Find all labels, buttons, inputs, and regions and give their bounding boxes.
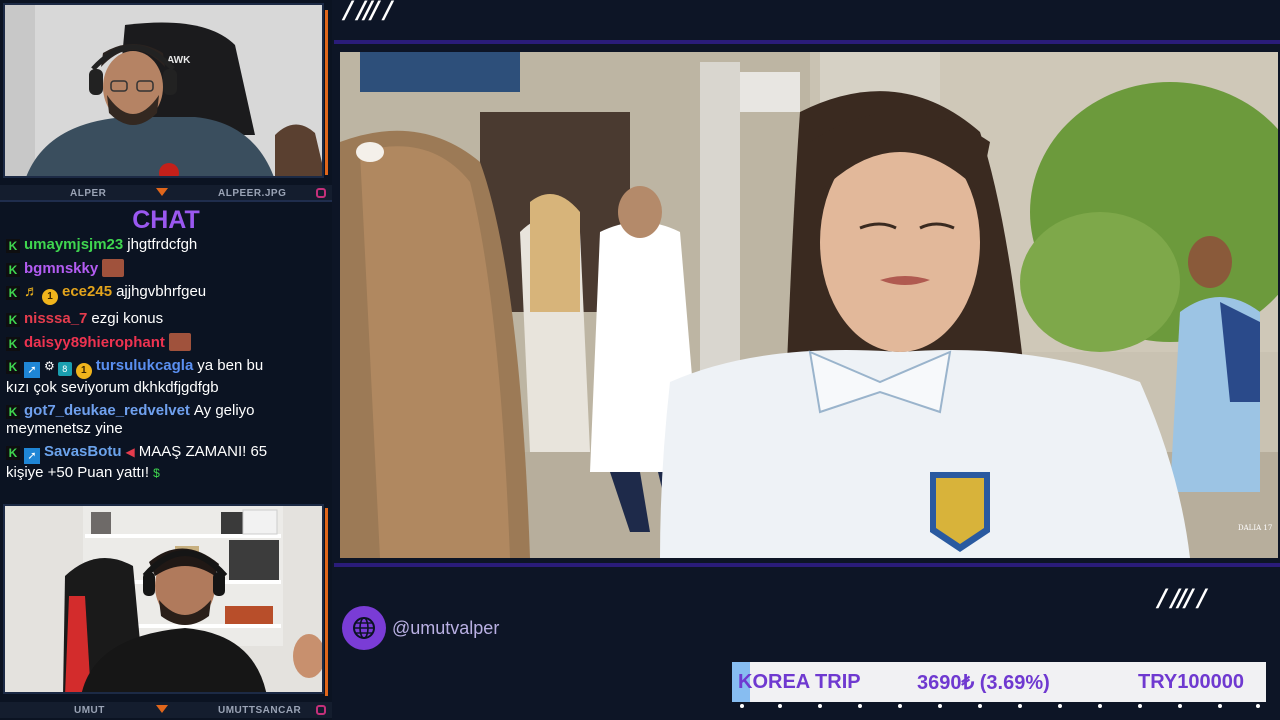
donation-goal-ticker: KOREA TRIP 3690₺ (3.69%) TRY100000 [732,662,1266,702]
emote-icon [102,259,125,277]
chat-username[interactable]: daisyy89hierophant [24,334,165,351]
chat-text-continued: kızı çok seviyorum dkhkdfjgdfgb [6,379,219,396]
kick-badge-icon: K [6,405,20,419]
kick-badge-icon: K [6,360,20,374]
megaphone-icon: ◀ [125,445,135,459]
ticker-dots [740,704,1260,708]
gear-badge-icon: ⚙ [44,359,55,373]
music-note-icon: ♬ [24,283,39,300]
chat-text: ezgi konus [91,310,164,327]
video-watermark: DALIA 17 [1238,524,1272,532]
streamer-name-alper: ALPER [70,187,107,199]
chat-message: Kdaisyy89hierophant [0,333,332,352]
kick-badge-icon: K [6,239,20,253]
coin-badge-icon: 1 [75,363,92,379]
chat-text: MAAŞ ZAMANI! 65 [138,443,268,460]
webcam-alper-label-bar: ALPER ALPEER.JPG [0,185,332,201]
kick-badge-icon: K [6,446,20,460]
chat-username[interactable]: got7_deukae_redvelvet [24,402,190,419]
coin-badge-icon: 1 [42,289,58,305]
bottom-divider [334,563,1280,567]
instagram-icon [316,705,326,715]
kick-badge-icon: K [6,313,20,327]
top-divider [334,40,1280,44]
goal-name: KOREA TRIP [738,670,861,693]
chat-message: K ♬ 1 ece245 ajjhgvbhrfgeu [0,283,332,305]
instagram-handle-alper: ALPEER.JPG [218,187,287,199]
kick-badge-icon: K [6,337,20,351]
chat-text: jhgtfrdcfgh [127,236,198,253]
kick-badge-icon: K [6,286,20,300]
chat-username[interactable]: tursulukcagla [96,357,194,374]
chat-username[interactable]: nisssa_7 [24,310,87,327]
chat-message: K ➚ ⚙ 8 1 tursulukcagla ya ben bu kızı çok sevi… [0,357,332,397]
webcam-umut [3,504,324,694]
arrow-badge-icon: ➚ [24,362,40,378]
instagram-handle-umut: UMUTTSANCAR [218,704,302,716]
chat-message: Kgot7_deukae_redvelvet Ay geliyo meymenets… [0,402,332,438]
arrow-badge-icon: ➚ [24,448,40,464]
chat-message: K ➚ SavasBotu ◀ MAAŞ ZAMANI! 65 kişiye +50 Pu… [0,443,332,482]
triangle-down-icon [156,188,168,196]
chat-username[interactable]: bgmnskky [24,260,98,277]
chat-text-continued: meymenetsz yine [6,420,123,437]
left-panel: AWK ALPER ALPEER.JPG CHAT Kumaymjsjm23 jh… [0,0,332,720]
streamer-name-umut: UMUT [74,704,105,716]
chat-username[interactable]: ece245 [62,283,112,300]
social-handle: @umutvalper [342,605,499,651]
chat-text: ya ben bu [197,357,264,374]
cam-accent-edge [325,508,328,696]
cam-accent-edge [325,10,328,175]
goal-amount: 3690₺ (3.69%) [917,671,1050,694]
sub-badge-icon: 8 [57,362,72,376]
chat-username[interactable]: umaymjsjm23 [24,236,123,253]
chat-message: Knisssa_7 ezgi konus [0,310,332,328]
instagram-icon [316,188,326,198]
webcam-alper-image: AWK [5,5,322,176]
emote-icon [168,333,191,351]
chat-title: CHAT [132,206,200,234]
decor-slashes-top: / /// / [344,0,393,24]
chat-text: Ay geliyo [193,402,255,419]
triangle-down-icon [156,705,168,713]
money-icon: $ [153,466,160,480]
webcam-umut-label-bar: UMUT UMUTTSANCAR [0,702,332,718]
chat-username[interactable]: SavasBotu [44,443,122,460]
globe-icon [342,606,386,650]
webcam-umut-image [5,506,322,692]
decor-slashes-right: / /// / [1158,584,1207,612]
handle-text: @umutvalper [392,617,500,638]
video-frame: DALIA 17 [340,52,1278,558]
webcam-alper: AWK [3,3,324,178]
kick-badge-icon: K [6,263,20,277]
chat-message: Kbgmnskky [0,259,332,278]
chat-text-continued: kişiye +50 Puan yattı! [6,464,149,481]
chat-panel: CHAT Kumaymjsjm23 jhgtfrdcfgh Kbgmnskky K… [0,200,332,498]
video-player[interactable]: DALIA 17 [340,52,1278,558]
chat-text: ajjhgvbhrfgeu [116,283,207,300]
chat-message: Kumaymjsjm23 jhgtfrdcfgh [0,236,332,254]
goal-target: TRY100000 [1138,670,1244,693]
